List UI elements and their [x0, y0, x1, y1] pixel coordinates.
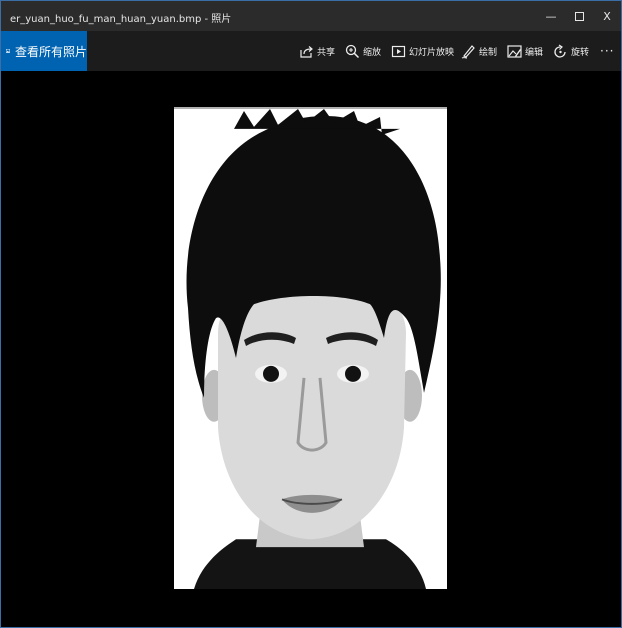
share-label: 共享: [317, 47, 336, 58]
photos-app-window: er_yuan_huo_fu_man_huan_yuan.bmp - 照片 — …: [0, 0, 622, 628]
zoom-button[interactable]: 缩放: [345, 31, 381, 71]
see-all-photos-button[interactable]: 查看所有照片: [1, 31, 87, 71]
photos-icon: [6, 49, 10, 53]
slideshow-label: 幻灯片放映: [409, 47, 455, 58]
minimize-icon: —: [545, 9, 557, 23]
more-options-button[interactable]: ···: [600, 31, 614, 71]
rotate-button[interactable]: 旋转: [553, 31, 589, 71]
zoom-label: 缩放: [363, 47, 382, 58]
edit-button[interactable]: 编辑: [507, 31, 543, 71]
window-title: er_yuan_huo_fu_man_huan_yuan.bmp - 照片: [10, 14, 232, 25]
edit-image-icon: [507, 44, 522, 58]
maximize-icon: [574, 11, 584, 21]
edit-label: 编辑: [525, 47, 544, 58]
share-button[interactable]: 共享: [299, 31, 335, 71]
draw-button[interactable]: 绘制: [461, 31, 497, 71]
more-icon: ···: [600, 44, 615, 58]
close-icon: X: [603, 9, 611, 23]
title-bar: er_yuan_huo_fu_man_huan_yuan.bmp - 照片 — …: [1, 1, 621, 31]
share-icon: [300, 45, 313, 58]
rotate-icon: [554, 44, 566, 58]
pen-icon: [461, 44, 475, 58]
slideshow-button[interactable]: 幻灯片放映: [391, 31, 454, 71]
zoom-icon: [345, 44, 360, 58]
slideshow-icon: [391, 45, 406, 57]
grayscale-portrait-photo: [174, 107, 447, 589]
command-bar: 查看所有照片 共享 缩放 幻灯片放映 绘制 编辑 旋转 ···: [1, 31, 621, 71]
draw-label: 绘制: [479, 47, 498, 58]
rotate-label: 旋转: [571, 47, 590, 58]
image-viewer[interactable]: [1, 71, 621, 627]
close-button[interactable]: X: [591, 1, 622, 31]
see-all-photos-label: 查看所有照片: [14, 44, 87, 59]
